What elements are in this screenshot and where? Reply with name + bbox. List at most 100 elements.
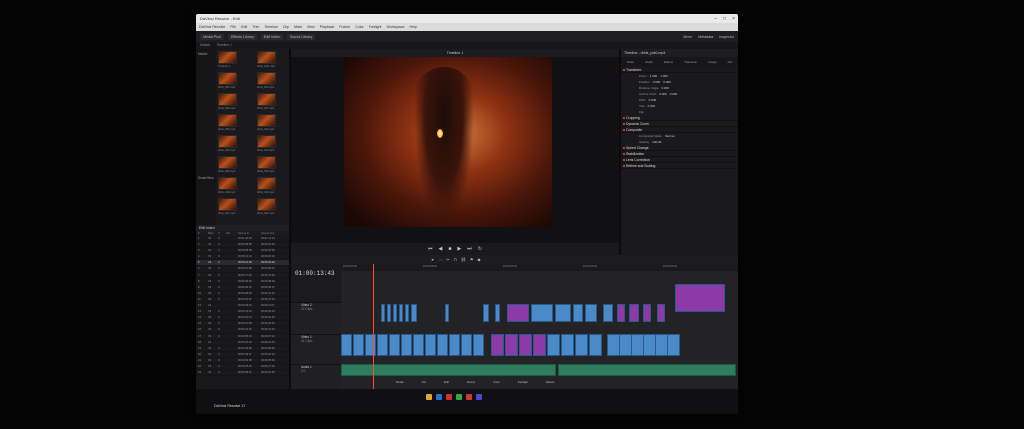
inspector-section[interactable]: Composite <box>621 127 738 133</box>
video-clip[interactable] <box>519 334 532 356</box>
timeline-label[interactable]: Timeline 1 <box>216 42 232 49</box>
video-clip[interactable] <box>341 334 352 356</box>
clip-thumbnail[interactable]: drink_019.mp4 <box>257 177 288 195</box>
link-icon[interactable]: ⛓ <box>461 257 466 262</box>
sound-library-button[interactable]: Sound Library <box>286 33 316 40</box>
browser-icon[interactable] <box>436 394 442 400</box>
clip-thumbnail[interactable]: drink_013.mp4 <box>257 135 288 153</box>
video-clip[interactable] <box>573 304 583 322</box>
edit-index-button[interactable]: Edit Index <box>260 33 283 40</box>
param-value[interactable]: Normal <box>665 133 675 139</box>
video-clip[interactable] <box>425 334 436 356</box>
maximize-icon[interactable]: □ <box>723 16 726 22</box>
video-clip[interactable] <box>365 334 376 356</box>
video-clip[interactable] <box>401 334 412 356</box>
video-clip[interactable] <box>353 334 364 356</box>
menu-item[interactable]: Trim <box>252 23 259 31</box>
clip-thumbnail[interactable]: drink_012.mp4 <box>218 135 249 153</box>
clip-thumbnail[interactable]: drink_004.mp4 <box>257 72 288 90</box>
menu-item[interactable]: Color <box>355 23 364 31</box>
blade-tool-icon[interactable]: ✂ <box>446 257 449 262</box>
video-clip[interactable] <box>575 334 588 356</box>
menu-item[interactable]: Playback <box>320 23 335 31</box>
page-tab[interactable]: Fairlight <box>518 380 528 384</box>
video-clip[interactable] <box>393 304 397 322</box>
taskbar-app-label[interactable]: DaVinci Resolve 17 <box>214 404 245 408</box>
table-row[interactable]: 23 V2 C 00:00:08:12 00:00:10:05 <box>196 370 289 377</box>
video-clip[interactable] <box>555 304 571 322</box>
video-clip[interactable] <box>561 334 574 356</box>
timeline-viewer[interactable] <box>291 57 619 243</box>
page-tab[interactable]: Media <box>396 380 404 384</box>
resolve-icon[interactable] <box>446 394 452 400</box>
video-clip[interactable] <box>437 334 448 356</box>
folder-icon[interactable] <box>426 394 432 400</box>
audio-clip[interactable] <box>558 364 736 376</box>
video-clip[interactable] <box>461 334 472 356</box>
bin-master[interactable]: Master <box>198 52 214 56</box>
page-tab[interactable]: Edit <box>444 380 449 384</box>
inspector-tab[interactable]: Effects <box>664 60 673 64</box>
video-clip[interactable] <box>675 284 725 312</box>
flag-icon[interactable]: ⚑ <box>470 257 474 262</box>
play-icon[interactable]: ▶ <box>457 246 461 252</box>
video-clip[interactable] <box>473 334 484 356</box>
menu-item[interactable]: Fairlight <box>369 23 382 31</box>
trim-tool-icon[interactable]: ⇔ <box>438 257 442 262</box>
video-clip[interactable] <box>533 334 546 356</box>
clip-thumbnail[interactable]: drink_022.mp4 <box>257 198 288 216</box>
video-clip[interactable] <box>491 334 504 356</box>
param-x[interactable]: 0.000 <box>648 103 656 109</box>
video-clip[interactable] <box>603 304 613 322</box>
track-header-audio-1[interactable]: Audio 1 2.0 <box>291 364 341 389</box>
video-clip[interactable] <box>585 304 597 322</box>
video-clip[interactable] <box>405 304 409 322</box>
video-clip[interactable] <box>629 304 639 322</box>
timeline-name[interactable]: Timeline 1 <box>447 51 463 55</box>
clip-thumbnail[interactable]: Timeline 1 <box>218 51 249 69</box>
video-clip[interactable] <box>389 334 400 356</box>
clip-thumbnail[interactable]: drink_018.mp4 <box>218 177 249 195</box>
inspector-tab[interactable]: Image <box>708 60 716 64</box>
menu-item[interactable]: Clip <box>283 23 289 31</box>
reverse-icon[interactable]: ◀ <box>439 246 443 252</box>
skip-end-icon[interactable]: ⏭ <box>467 246 472 252</box>
video-clip[interactable] <box>507 304 529 322</box>
menu-item[interactable]: View <box>307 23 315 31</box>
param-y[interactable]: 0.000 <box>670 91 678 97</box>
video-clip[interactable] <box>377 334 388 356</box>
inspector-tab[interactable]: Video <box>627 60 635 64</box>
select-tool-icon[interactable]: ➤ <box>431 257 434 262</box>
inspector-section[interactable]: Transform <box>621 67 738 73</box>
track-header-video-2[interactable]: Video 2 22 Clips <box>291 302 341 334</box>
menu-item[interactable]: Mark <box>294 23 302 31</box>
skip-start-icon[interactable]: ⏮ <box>428 246 433 252</box>
menu-item[interactable]: Edit <box>241 23 247 31</box>
playhead[interactable] <box>373 264 374 389</box>
clip-thumbnail[interactable]: drink_015.mp4 <box>218 156 249 174</box>
video-clip[interactable] <box>657 304 665 322</box>
app-icon[interactable] <box>466 394 472 400</box>
effects-library-button[interactable]: Effects Library <box>227 33 257 40</box>
minimize-icon[interactable]: – <box>714 16 717 22</box>
chat-icon[interactable] <box>476 394 482 400</box>
clip-thumbnail[interactable]: drink_010.mp4 <box>257 114 288 132</box>
video-clip[interactable] <box>505 334 518 356</box>
clip-thumbnail[interactable]: drink_006.mp4 <box>218 93 249 111</box>
video-clip[interactable] <box>399 304 403 322</box>
video-clip[interactable] <box>381 304 385 322</box>
video-clip[interactable] <box>387 304 391 322</box>
menu-item[interactable]: Fusion <box>339 23 350 31</box>
close-icon[interactable]: × <box>732 16 735 22</box>
clip-thumbnail[interactable]: drink_016.mp4 <box>257 156 288 174</box>
video-clip[interactable] <box>413 334 424 356</box>
video-clip[interactable] <box>495 304 500 322</box>
loop-icon[interactable]: ↻ <box>478 246 482 252</box>
page-tab[interactable]: Fusion <box>467 380 475 384</box>
param-x[interactable]: 0.000 <box>659 91 667 97</box>
video-clip[interactable] <box>449 334 460 356</box>
page-tab[interactable]: Cut <box>422 380 426 384</box>
media-pool-button[interactable]: Media Pool <box>200 33 224 40</box>
marker-icon[interactable]: ◆ <box>478 257 481 262</box>
video-clip[interactable] <box>667 334 680 356</box>
